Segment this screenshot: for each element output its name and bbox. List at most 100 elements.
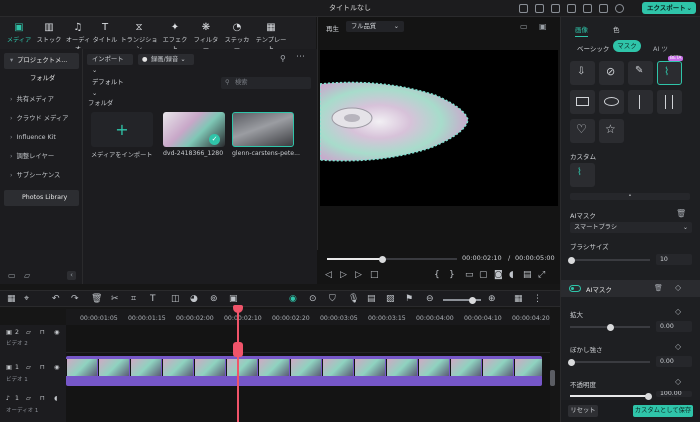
opacity-field[interactable]: 100.00 — [656, 391, 692, 397]
ai-icon[interactable]: ▣ — [229, 294, 238, 304]
slider-knob[interactable] — [568, 256, 575, 264]
play-icon[interactable]: ▷ — [355, 270, 362, 280]
new-folder-icon[interactable]: ▭ — [8, 271, 16, 280]
lock-icon[interactable]: ⊓ — [40, 395, 45, 402]
mask-none-button[interactable]: ⊘ — [599, 61, 624, 85]
redo-icon[interactable]: ↷ — [71, 294, 79, 304]
mask-double-line-button[interactable] — [657, 90, 682, 114]
folder-icon[interactable]: ▱ — [26, 329, 31, 336]
cloud-icon[interactable] — [535, 4, 544, 13]
slider-knob[interactable] — [645, 392, 652, 400]
download-icon[interactable] — [567, 4, 576, 13]
track-header-audio-1[interactable]: ♪ 1 ▱ ⊓ ◖ オーディオ 1 — [0, 391, 66, 421]
playback-knob[interactable] — [378, 255, 386, 263]
expand-slider[interactable] — [570, 323, 650, 331]
snapshot-icon[interactable]: ▣ — [539, 22, 547, 31]
prev-frame-icon[interactable]: ◁ — [325, 270, 332, 280]
quality-dropdown[interactable]: フル品質 ⌄ — [346, 21, 404, 32]
subtab-basic[interactable]: ベーシック — [577, 43, 609, 53]
slider-knob[interactable] — [607, 323, 614, 331]
step-back-icon[interactable]: ▷ — [340, 270, 347, 280]
folder-icon[interactable]: ▱ — [26, 395, 31, 402]
zoom-slider[interactable] — [443, 296, 481, 304]
text-icon[interactable]: T — [150, 294, 156, 304]
tool-filter[interactable]: ❋フィルター — [191, 19, 221, 53]
add-custom-button[interactable]: • — [570, 193, 690, 200]
sidebar-item-adjustment-layer[interactable]: › 調整レイヤー — [4, 149, 79, 165]
lock-icon[interactable]: ⊓ — [40, 329, 45, 336]
expand-field[interactable]: 0.00 — [656, 321, 692, 332]
playback-progress[interactable] — [327, 255, 457, 263]
tool-sticker[interactable]: ◔ステッカー — [222, 19, 252, 53]
account-icon[interactable] — [615, 4, 624, 13]
eye-icon[interactable]: ◉ — [54, 364, 59, 371]
stop-icon[interactable]: □ — [370, 270, 379, 280]
trash-icon[interactable]: 🗑 — [676, 209, 686, 218]
collapse-icon[interactable]: ‹ — [67, 271, 76, 280]
brush-type-dropdown[interactable]: スマートブラシ ⌄ — [570, 222, 692, 233]
opacity-slider[interactable] — [570, 392, 652, 400]
lock-icon[interactable]: ⊓ — [40, 364, 45, 371]
save-icon[interactable] — [583, 4, 592, 13]
brush-size-slider[interactable] — [568, 256, 650, 264]
import-dropdown[interactable]: インポート ⌄ — [87, 54, 133, 74]
sidebar-item-shared-media[interactable]: › 共有メディア — [4, 92, 79, 108]
tab-color[interactable]: 色 — [613, 24, 620, 34]
playhead[interactable] — [233, 305, 243, 422]
reset-button[interactable]: リセット — [568, 405, 598, 417]
slider-knob[interactable] — [568, 358, 575, 366]
marker-icon[interactable]: ⚑ — [405, 294, 413, 304]
send-icon[interactable] — [519, 4, 528, 13]
slider-knob[interactable] — [469, 296, 476, 304]
keyframe-icon[interactable]: ◇ — [675, 307, 681, 316]
fullscreen-icon[interactable]: ▭ — [465, 270, 474, 280]
blur-slider[interactable] — [568, 358, 650, 366]
zoom-out-icon[interactable]: ⊖ — [426, 294, 434, 304]
zoom-in-icon[interactable]: ⊕ — [488, 294, 496, 304]
mask-rectangle-button[interactable] — [570, 90, 595, 114]
layout-icon[interactable]: ▦ — [7, 294, 16, 304]
filter-icon[interactable]: ⚲ — [280, 54, 286, 63]
speed-icon[interactable]: ⊚ — [210, 294, 218, 304]
mask-pen-button[interactable]: ✎ — [628, 61, 653, 85]
blur-field[interactable]: 0.00 — [656, 356, 692, 367]
render-icon[interactable]: ⊙ — [309, 294, 317, 304]
color-icon[interactable]: ◕ — [190, 294, 198, 304]
sidebar-item-cloud-media[interactable]: › クラウド メディア — [4, 111, 79, 127]
layout-icon[interactable] — [599, 4, 608, 13]
custom-mask-button[interactable]: ⌇ — [570, 163, 595, 187]
more-icon[interactable]: ⋮ — [533, 294, 542, 304]
split-icon[interactable]: ✂ — [111, 294, 119, 304]
zoom-icon[interactable]: ◫ — [171, 294, 180, 304]
sidebar-item-photos-library[interactable]: Photos Library — [4, 190, 79, 206]
mask-ai-brush-button[interactable]: ⌇ BETA — [657, 56, 684, 85]
mask-line-button[interactable] — [628, 90, 653, 114]
export-button[interactable]: エクスポート ⌄ — [642, 2, 696, 14]
mark-out-icon[interactable]: } — [449, 270, 455, 280]
shield-icon[interactable]: ⛉ — [329, 294, 336, 304]
record-dropdown[interactable]: ● 録画/録音 ⌄ — [138, 54, 194, 65]
brush-size-field[interactable]: 10 — [656, 254, 692, 265]
more-icon[interactable]: ⋯ — [296, 52, 305, 62]
mask-heart-button[interactable]: ♡ — [570, 119, 595, 143]
track-header-video-2[interactable]: ▣ 2 ▱ ⊓ ◉ ビデオ 2 — [0, 325, 66, 350]
save-custom-button[interactable]: カスタムとして保存 — [633, 405, 693, 417]
tool-transition[interactable]: ⧖トランジション — [119, 19, 159, 53]
timeline-scrollbar[interactable] — [550, 370, 555, 386]
display-icon[interactable]: ▢ — [479, 270, 488, 280]
mark-in-icon[interactable]: { — [434, 270, 440, 280]
sidebar-item-folder[interactable]: フォルダ — [4, 71, 79, 87]
video-viewer[interactable] — [319, 50, 558, 206]
tool-title[interactable]: T タイトル — [92, 19, 118, 47]
delete-icon[interactable]: 🗑 — [91, 294, 102, 304]
crop-icon[interactable]: ⌗ — [131, 294, 136, 304]
undo-icon[interactable]: ↶ — [52, 294, 60, 304]
sort-dropdown[interactable]: デフォルト ⌄ — [87, 77, 131, 97]
mask-star-button[interactable]: ☆ — [599, 119, 624, 143]
trash-icon[interactable]: 🗑 — [654, 284, 663, 292]
compare-icon[interactable]: ▭ — [520, 22, 528, 31]
tool-effect[interactable]: ✦エフェクト — [160, 19, 190, 53]
snap-icon[interactable]: ◉ — [289, 294, 297, 304]
folder-icon[interactable]: ▱ — [24, 271, 30, 280]
clip-icon[interactable]: ▤ — [367, 294, 376, 304]
